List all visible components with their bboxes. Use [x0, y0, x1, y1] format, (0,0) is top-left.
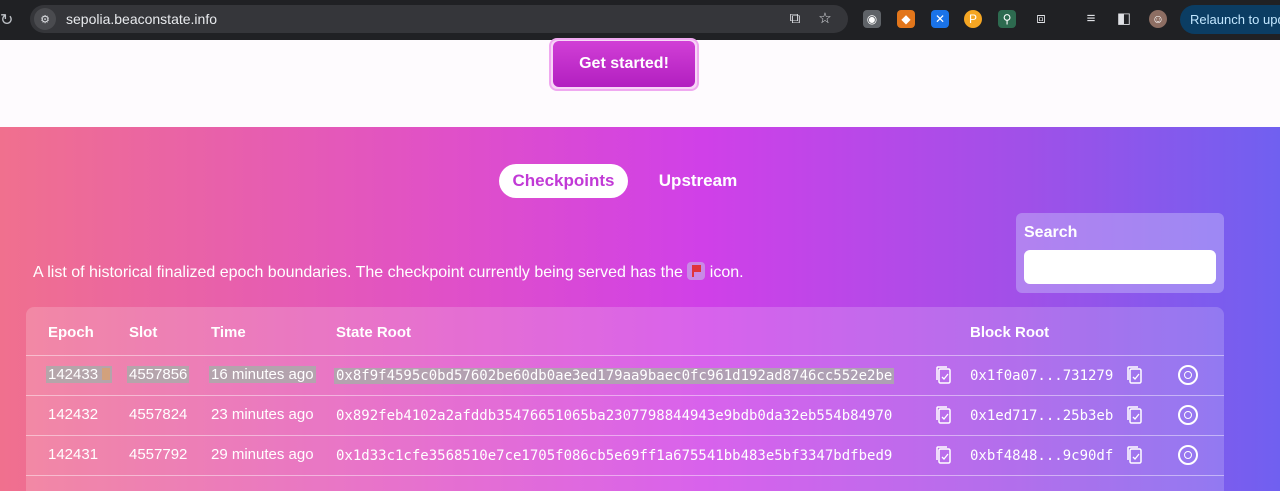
copy-icon[interactable] [1125, 445, 1143, 465]
state-root-cell: 0x892feb4102a2afddb35476651065ba23077988… [336, 408, 893, 424]
reading-list-icon[interactable]: ≡ [1082, 10, 1100, 28]
state-root-cell: 0x1d33c1cfe3568510e7ce1705f086cb5e69ff1a… [336, 448, 893, 464]
search-extension-icon[interactable]: ⚲ [998, 10, 1016, 28]
header-block-root: Block Root [970, 324, 1050, 341]
search-label: Search [1024, 224, 1078, 241]
description-suffix: icon. [709, 264, 744, 281]
epoch-cell: 142432 [48, 406, 99, 423]
header-slot: Slot [129, 324, 158, 341]
search-panel: Search [1016, 213, 1224, 293]
tool-extension-icon[interactable]: ✕ [931, 10, 949, 28]
page-top-section: Get started! [0, 38, 1280, 127]
reload-icon[interactable]: ↻ [0, 10, 14, 30]
slot-cell: 4557856 [127, 366, 190, 383]
flag-icon [687, 262, 706, 280]
copy-icon[interactable] [934, 365, 952, 385]
table-row[interactable]: 142432 4557824 23 minutes ago 0x892feb41… [26, 395, 1224, 435]
camera-extension-icon[interactable]: ◉ [863, 10, 881, 28]
table-row[interactable]: 142431 4557792 29 minutes ago 0x1d33c1cf… [26, 435, 1224, 475]
metamask-extension-icon[interactable]: ◆ [897, 10, 915, 28]
side-panel-icon[interactable]: ◧ [1115, 10, 1133, 28]
header-time: Time [211, 324, 246, 341]
block-root-cell: 0x1ed717...25b3eb [970, 408, 1114, 424]
magnifier-icon[interactable] [1178, 445, 1198, 465]
profile-avatar[interactable]: ☺ [1149, 10, 1167, 28]
star-icon[interactable]: ☆ [816, 10, 834, 28]
header-epoch: Epoch [48, 324, 94, 341]
url-text[interactable]: sepolia.beaconstate.info [66, 11, 217, 27]
header-state-root: State Root [336, 324, 411, 341]
install-icon[interactable]: ⧉ [786, 10, 804, 28]
address-bar[interactable]: ⚙ sepolia.beaconstate.info ⧉ ☆ [30, 5, 848, 33]
browser-toolbar: ↻ ⚙ sepolia.beaconstate.info ⧉ ☆ ◉ ◆ ✕ P… [0, 0, 1280, 40]
epoch-cell: 142433 [46, 366, 113, 383]
current-flag-icon [102, 368, 111, 380]
checkpoints-table: Epoch Slot Time State Root Block Root 14… [26, 307, 1224, 491]
checkpoints-section: Checkpoints Upstream A list of historica… [0, 127, 1280, 491]
block-root-cell: 0xbf4848...9c90df [970, 448, 1114, 464]
extensions-puzzle-icon[interactable]: ⧈ [1032, 10, 1050, 28]
coin-extension-icon[interactable]: P [964, 10, 982, 28]
time-cell: 29 minutes ago [211, 446, 314, 463]
relaunch-button[interactable]: Relaunch to update [1180, 5, 1280, 34]
search-input[interactable] [1024, 250, 1216, 284]
magnifier-icon[interactable] [1178, 405, 1198, 425]
slot-cell: 4557792 [129, 446, 188, 463]
epoch-cell: 142431 [48, 446, 99, 463]
table-row[interactable]: 142433 4557856 16 minutes ago 0x8f9f4595… [26, 355, 1224, 395]
copy-icon[interactable] [934, 405, 952, 425]
site-info-icon[interactable]: ⚙ [34, 8, 56, 30]
tab-upstream[interactable]: Upstream [644, 164, 752, 198]
time-cell: 23 minutes ago [211, 406, 314, 423]
copy-icon[interactable] [1125, 365, 1143, 385]
magnifier-icon[interactable] [1178, 365, 1198, 385]
description-text: A list of historical finalized epoch bou… [33, 264, 683, 281]
copy-icon[interactable] [1125, 405, 1143, 425]
section-description: A list of historical finalized epoch bou… [33, 262, 744, 282]
table-row[interactable] [26, 475, 1224, 491]
time-cell: 16 minutes ago [209, 366, 316, 383]
copy-icon[interactable] [934, 445, 952, 465]
slot-cell: 4557824 [129, 406, 188, 423]
tab-checkpoints[interactable]: Checkpoints [499, 164, 628, 198]
state-root-cell: 0x8f9f4595c0bd57602be60db0ae3ed179aa9bae… [334, 368, 895, 384]
get-started-button[interactable]: Get started! [553, 41, 695, 87]
block-root-cell: 0x1f0a07...731279 [970, 368, 1114, 384]
